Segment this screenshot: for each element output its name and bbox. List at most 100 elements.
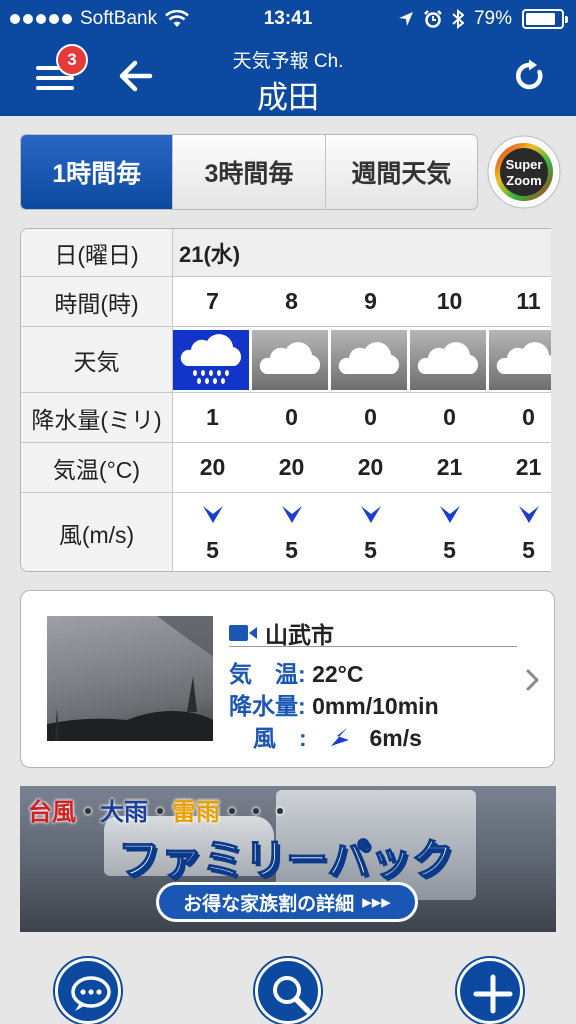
temp-row-label: 気温(°C) <box>21 443 173 492</box>
banner-sep: ・ <box>76 799 100 826</box>
precip-cell: 0 <box>285 404 298 430</box>
camera-wind-label: 風 : <box>253 725 307 751</box>
cloud-icon <box>410 330 486 390</box>
date-row: 日(曜日) 21(水) <box>21 229 551 277</box>
banner-tag-heavy-rain: 大雨 <box>100 799 148 826</box>
chat-button[interactable] <box>55 958 121 1024</box>
hour-cell: 7 <box>206 288 219 314</box>
refresh-button[interactable] <box>512 58 548 94</box>
search-icon <box>273 976 311 1014</box>
wind-arrow-icon <box>518 505 539 523</box>
camera-wind: 風 : 6m/s <box>253 719 422 753</box>
temp-cell: 20 <box>357 454 384 480</box>
wind-arrow-icon <box>281 505 302 523</box>
camera-location: 山武市 <box>229 619 517 648</box>
hour-cell: 11 <box>516 288 541 314</box>
search-button[interactable] <box>255 958 321 1024</box>
wind-row-label: 風(m/s) <box>21 493 173 571</box>
wind-arrow-icon <box>360 505 381 523</box>
precip-cell: 1 <box>206 404 219 430</box>
wind-cell: 5 <box>331 493 410 571</box>
superzoom-line2: Zoom <box>506 173 541 188</box>
wind-row: 風(m/s) 5 5 5 5 5 <box>21 493 551 571</box>
superzoom-line1: Super <box>506 157 543 172</box>
temp-cell: 21 <box>436 454 463 480</box>
wind-cell: 5 <box>173 493 252 571</box>
weather-row: 天気 <box>21 327 551 393</box>
hour-row: 時間(時) 7 8 9 10 11 <box>21 277 551 327</box>
cloud-icon <box>331 330 407 390</box>
camera-location-name: 山武市 <box>265 621 334 648</box>
camera-thumbnail <box>47 616 213 741</box>
hour-cell: 10 <box>436 288 463 314</box>
wind-cell: 5 <box>252 493 331 571</box>
battery-percent: 79% <box>473 8 512 29</box>
wind-cell: 5 <box>489 493 551 571</box>
family-pack-banner[interactable]: 台風・大雨・雷雨・・・ ファミリーパック お得な家族割の詳細 ▸▸▸ <box>20 786 556 932</box>
video-camera-icon <box>229 624 257 641</box>
add-button[interactable] <box>457 958 523 1024</box>
banner-cta-button[interactable]: お得な家族割の詳細 ▸▸▸ <box>156 882 418 922</box>
precip-row-label: 降水量(ミリ) <box>21 393 173 442</box>
wind-direction-icon <box>331 728 350 746</box>
status-right: 79% <box>398 8 568 30</box>
bluetooth-icon <box>452 9 464 29</box>
channel-subtitle: 天気予報 Ch. <box>232 51 344 72</box>
wind-speed: 5 <box>364 536 377 563</box>
refresh-icon <box>516 59 543 90</box>
banner-title: ファミリーパック <box>117 835 454 884</box>
precip-cell: 0 <box>443 404 456 430</box>
wind-arrow-icon <box>202 505 223 523</box>
wind-cell: 5 <box>410 493 489 571</box>
plus-icon <box>473 974 513 1014</box>
app-header: SoftBank 13:41 79% 3 天気予報 Ch. 成田 <box>0 0 576 116</box>
camera-precip: 降水量: 0mm/10min <box>229 687 439 721</box>
superzoom-button[interactable]: Super Zoom <box>486 134 562 210</box>
hour-cell: 9 <box>364 288 377 314</box>
chevron-right-icon <box>526 669 539 691</box>
banner-ellipsis: ・・・ <box>220 799 292 826</box>
banner-cta-label: お得な家族割の詳細 <box>183 893 355 915</box>
cloud-icon <box>252 330 328 390</box>
banner-tagline: 台風・大雨・雷雨・・・ <box>28 792 292 827</box>
temp-cell: 21 <box>515 454 542 480</box>
triple-arrow-icon: ▸▸▸ <box>362 891 391 913</box>
bottom-toolbar <box>0 944 576 1024</box>
live-camera-card[interactable]: 山武市 気 温: 22°C 降水量: 0mm/10min 風 : 6m/s <box>20 590 555 768</box>
tab-3hourly[interactable]: 3時間毎 <box>173 135 326 209</box>
camera-wind-value: 6m/s <box>369 725 422 751</box>
superzoom-icon: Super Zoom <box>487 135 561 209</box>
precip-cell: 0 <box>364 404 377 430</box>
camera-precip-value: 0mm/10min <box>312 693 439 719</box>
camera-precip-label: 降水量: <box>229 693 306 719</box>
cloud-icon <box>489 330 551 390</box>
hour-row-label: 時間(時) <box>21 277 173 326</box>
precip-row: 降水量(ミリ) 1 0 0 0 0 <box>21 393 551 443</box>
date-row-label: 日(曜日) <box>21 229 173 276</box>
rain-icon <box>173 330 249 390</box>
wind-speed: 5 <box>206 536 219 563</box>
page-title: 成田 <box>257 80 319 115</box>
camera-temp-label: 気 温: <box>229 661 306 687</box>
wind-speed: 5 <box>443 536 456 563</box>
temp-cell: 20 <box>199 454 226 480</box>
battery-icon <box>522 9 568 29</box>
wind-arrow-icon <box>439 505 460 523</box>
location-arrow-icon <box>398 12 413 26</box>
camera-temp-value: 22°C <box>312 661 364 687</box>
banner-tag-thunderstorm: 雷雨 <box>172 799 220 826</box>
banner-sep: ・ <box>148 799 172 826</box>
precip-cell: 0 <box>522 404 535 430</box>
alarm-icon <box>424 10 442 28</box>
temp-cell: 20 <box>278 454 305 480</box>
hour-cell: 8 <box>285 288 298 314</box>
status-bar: SoftBank 13:41 79% <box>0 0 576 40</box>
weather-row-label: 天気 <box>21 327 173 392</box>
date-value: 21(水) <box>179 229 551 276</box>
tab-hourly[interactable]: 1時間毎 <box>21 135 174 209</box>
forecast-tabs: 1時間毎 3時間毎 週間天気 <box>20 134 478 210</box>
chat-bubble-icon <box>71 976 111 1011</box>
camera-temp: 気 温: 22°C <box>229 655 363 689</box>
tab-weekly[interactable]: 週間天気 <box>326 135 477 209</box>
hourly-forecast-table: 日(曜日) 21(水) 時間(時) 7 8 9 10 11 天気 降水量(ミリ) 100… <box>20 228 551 572</box>
